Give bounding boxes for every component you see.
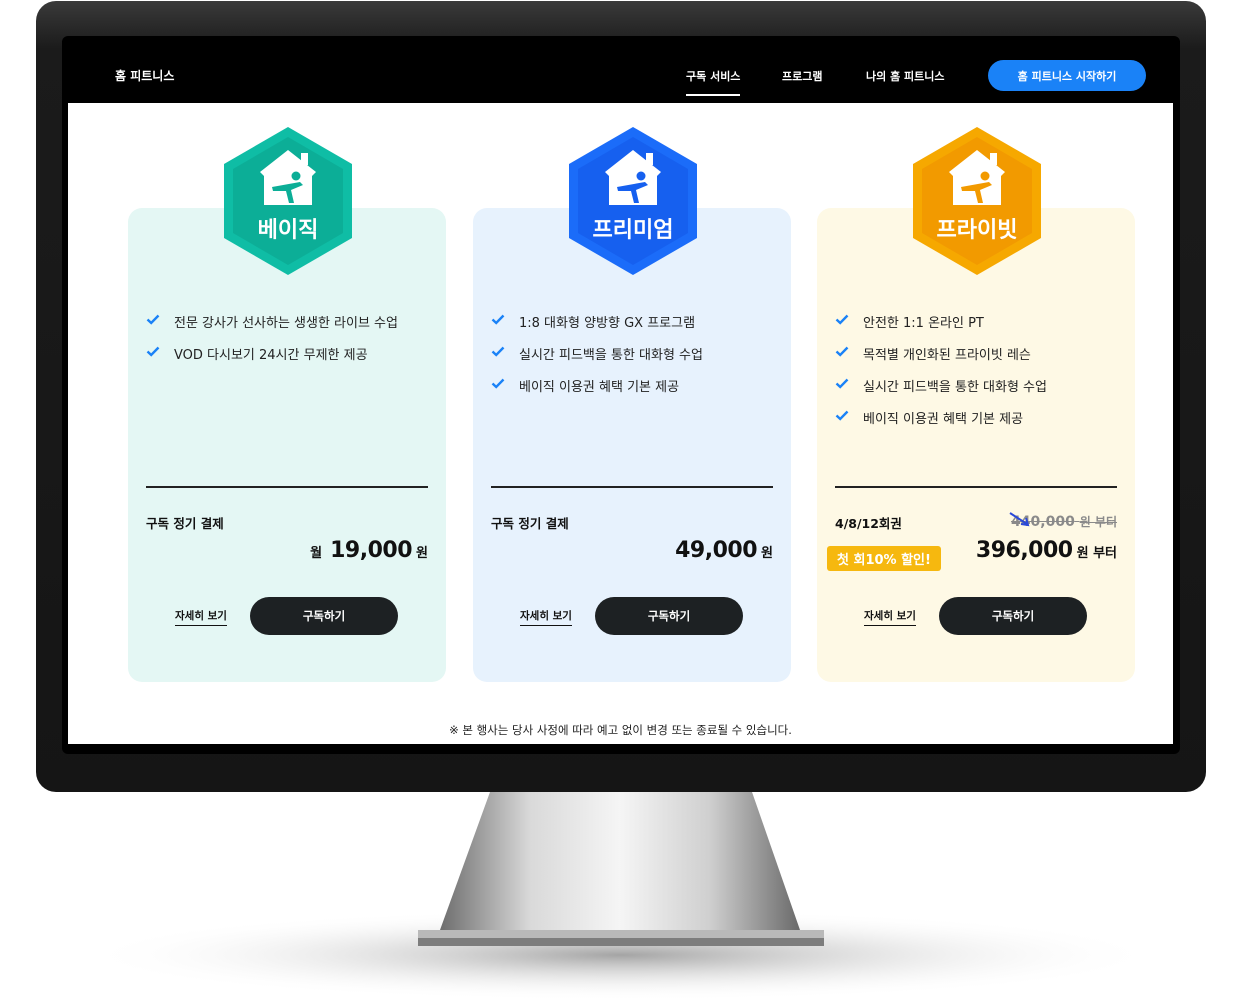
feature-item: 베이직 이용권 혜택 기본 제공 bbox=[835, 408, 1125, 440]
feature-item: VOD 다시보기 24시간 무제한 제공 bbox=[146, 344, 436, 376]
check-icon bbox=[835, 346, 849, 357]
original-price-unit: 원 부터 bbox=[1079, 515, 1117, 529]
feature-text: 실시간 피드백을 통한 대화형 수업 bbox=[863, 380, 1047, 395]
check-icon bbox=[491, 378, 505, 389]
payment-label: 구독 정기 결제 bbox=[146, 516, 224, 531]
check-icon bbox=[491, 314, 505, 325]
feature-item: 베이직 이용권 혜택 기본 제공 bbox=[491, 376, 781, 408]
nav-program[interactable]: 프로그램 bbox=[782, 68, 822, 84]
feature-text: 베이직 이용권 혜택 기본 제공 bbox=[519, 380, 680, 395]
feature-item: 목적별 개인화된 프라이빗 레슨 bbox=[835, 344, 1125, 376]
plan-card-basic: 베이직 전문 강사가 선사하는 생생한 라이브 수업 VOD 다시보기 24시간… bbox=[128, 127, 446, 682]
feature-list: 안전한 1:1 온라인 PT 목적별 개인화된 프라이빗 레슨 실시간 피드백을… bbox=[835, 312, 1125, 440]
basic-badge: 베이직 bbox=[220, 124, 356, 278]
check-icon bbox=[835, 314, 849, 325]
divider bbox=[835, 486, 1117, 488]
nav-subscription-service[interactable]: 구독 서비스 bbox=[686, 68, 741, 96]
view-details-link[interactable]: 자세히 보기 bbox=[175, 608, 227, 626]
badge-label: 프리미엄 bbox=[592, 218, 674, 243]
feature-item: 실시간 피드백을 통한 대화형 수업 bbox=[491, 344, 781, 376]
price: 396,000 원 부터 bbox=[976, 538, 1117, 563]
feature-text: VOD 다시보기 24시간 무제한 제공 bbox=[174, 348, 368, 363]
check-icon bbox=[146, 346, 160, 357]
divider bbox=[491, 486, 773, 488]
nav-my-home-fitness[interactable]: 나의 홈 피트니스 bbox=[866, 68, 945, 84]
badge-label: 베이직 bbox=[257, 218, 319, 243]
price-amount: 49,000 bbox=[675, 538, 758, 563]
feature-item: 안전한 1:1 온라인 PT bbox=[835, 312, 1125, 344]
strike-arrow-icon bbox=[1009, 512, 1030, 527]
view-details-link[interactable]: 자세히 보기 bbox=[520, 608, 572, 626]
feature-text: 목적별 개인화된 프라이빗 레슨 bbox=[863, 348, 1031, 363]
price-unit: 원 bbox=[761, 546, 773, 561]
feature-text: 1:8 대화형 양방향 GX 프로그램 bbox=[519, 316, 696, 331]
feature-text: 베이직 이용권 혜택 기본 제공 bbox=[863, 412, 1024, 427]
check-icon bbox=[146, 314, 160, 325]
screen: 홈 피트니스 구독 서비스 프로그램 나의 홈 피트니스 홈 피트니스 시작하기… bbox=[68, 38, 1173, 744]
price-amount: 19,000 bbox=[330, 538, 413, 563]
check-icon bbox=[835, 378, 849, 389]
logo[interactable]: 홈 피트니스 bbox=[115, 67, 174, 84]
subscribe-button[interactable]: 구독하기 bbox=[939, 597, 1087, 635]
plan-card-private: 프라이빗 안전한 1:1 온라인 PT 목적별 개인화된 프라이빗 레슨 실시간… bbox=[817, 127, 1135, 682]
check-icon bbox=[835, 410, 849, 421]
top-navigation-bar: 홈 피트니스 구독 서비스 프로그램 나의 홈 피트니스 홈 피트니스 시작하기 bbox=[68, 38, 1173, 103]
notice-text: ※ 본 행사는 당사 사정에 따라 예고 없이 변경 또는 종료될 수 있습니다… bbox=[449, 723, 792, 737]
feature-item: 전문 강사가 선사하는 생생한 라이브 수업 bbox=[146, 312, 436, 344]
divider bbox=[146, 486, 428, 488]
plan-card-premium: 프리미엄 1:8 대화형 양방향 GX 프로그램 실시간 피드백을 통한 대화형… bbox=[473, 127, 791, 682]
price-amount: 396,000 bbox=[975, 538, 1073, 563]
feature-text: 전문 강사가 선사하는 생생한 라이브 수업 bbox=[174, 316, 398, 331]
start-home-fitness-button[interactable]: 홈 피트니스 시작하기 bbox=[988, 60, 1146, 91]
price: 49,000 원 bbox=[675, 538, 773, 563]
feature-list: 전문 강사가 선사하는 생생한 라이브 수업 VOD 다시보기 24시간 무제한… bbox=[146, 312, 436, 376]
feature-text: 안전한 1:1 온라인 PT bbox=[863, 316, 984, 331]
feature-item: 실시간 피드백을 통한 대화형 수업 bbox=[835, 376, 1125, 408]
feature-list: 1:8 대화형 양방향 GX 프로그램 실시간 피드백을 통한 대화형 수업 베… bbox=[491, 312, 781, 408]
price: 월 19,000 원 bbox=[310, 538, 428, 563]
view-details-link[interactable]: 자세히 보기 bbox=[864, 608, 916, 626]
subscribe-button[interactable]: 구독하기 bbox=[595, 597, 743, 635]
price-unit: 원 부터 bbox=[1076, 546, 1117, 561]
price-unit: 원 bbox=[416, 546, 428, 561]
price-prefix: 월 bbox=[310, 546, 323, 561]
feature-item: 1:8 대화형 양방향 GX 프로그램 bbox=[491, 312, 781, 344]
subscribe-button[interactable]: 구독하기 bbox=[250, 597, 398, 635]
payment-label: 구독 정기 결제 bbox=[491, 516, 569, 531]
session-pack-label: 4/8/12회권 bbox=[835, 516, 902, 531]
discount-badge: 첫 회10% 할인! bbox=[827, 546, 941, 571]
feature-text: 실시간 피드백을 통한 대화형 수업 bbox=[519, 348, 703, 363]
badge-label: 프라이빗 bbox=[936, 218, 1018, 243]
check-icon bbox=[491, 346, 505, 357]
premium-badge: 프리미엄 bbox=[565, 124, 701, 278]
private-badge: 프라이빗 bbox=[909, 124, 1045, 278]
